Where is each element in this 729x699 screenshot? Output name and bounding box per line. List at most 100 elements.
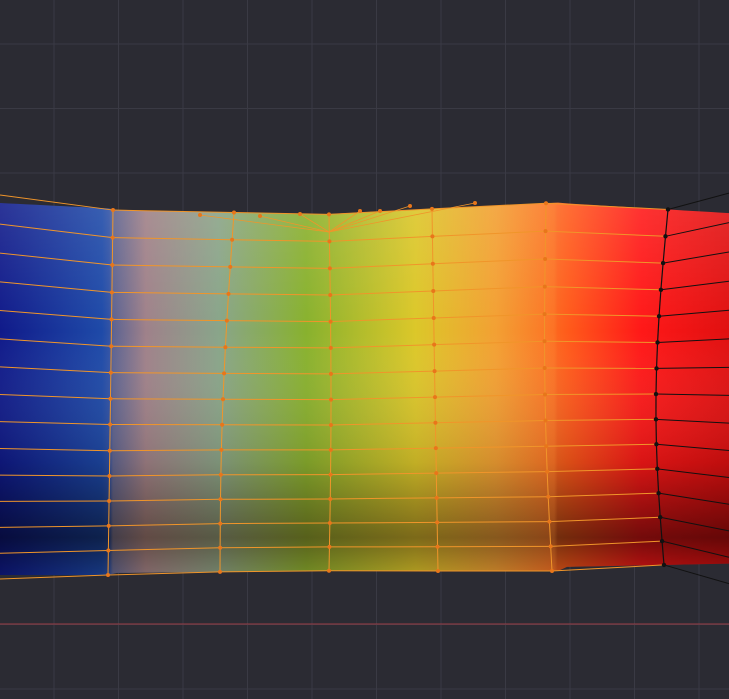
- mesh-vertex[interactable]: [109, 290, 114, 295]
- mesh-vertex[interactable]: [433, 395, 437, 400]
- mesh-vertex[interactable]: [431, 288, 436, 293]
- mesh-vertex[interactable]: [658, 287, 664, 292]
- mesh-vertex[interactable]: [544, 201, 548, 206]
- mesh-vertex[interactable]: [656, 490, 661, 496]
- mesh-vertex[interactable]: [435, 544, 440, 549]
- mesh-vertex[interactable]: [328, 319, 333, 324]
- mesh-vertex[interactable]: [106, 548, 111, 553]
- mesh-vertex[interactable]: [327, 544, 332, 549]
- mesh-vertex[interactable]: [659, 538, 665, 544]
- mesh-vertex[interactable]: [658, 515, 663, 520]
- mesh-vertex[interactable]: [473, 201, 477, 205]
- mesh-vertex[interactable]: [110, 235, 115, 240]
- mesh-vertex[interactable]: [258, 214, 262, 218]
- mesh-vertex[interactable]: [543, 392, 547, 397]
- mesh-vertex[interactable]: [108, 370, 113, 375]
- mesh-vertex[interactable]: [542, 366, 547, 371]
- mesh-vertex[interactable]: [542, 284, 547, 289]
- mesh-vertex[interactable]: [224, 318, 229, 323]
- mesh-vertex[interactable]: [107, 499, 112, 504]
- mesh-vertex[interactable]: [653, 391, 659, 397]
- mesh-vertex[interactable]: [543, 256, 548, 261]
- mesh-vertex[interactable]: [654, 442, 659, 447]
- mesh-vertex[interactable]: [228, 264, 233, 269]
- mesh-vertex[interactable]: [107, 448, 112, 453]
- mesh-vertex[interactable]: [656, 314, 662, 319]
- mesh-vertex[interactable]: [653, 417, 659, 422]
- mesh-vertex[interactable]: [218, 521, 223, 526]
- mesh-vertex[interactable]: [329, 397, 333, 402]
- mesh-vertex[interactable]: [430, 206, 434, 211]
- mesh-vertex[interactable]: [655, 340, 660, 345]
- mesh-vertex[interactable]: [107, 474, 112, 479]
- mesh-vertex[interactable]: [430, 234, 435, 239]
- mesh-vertex[interactable]: [436, 569, 440, 573]
- mesh-vertex[interactable]: [547, 519, 552, 524]
- mesh-vertex[interactable]: [327, 520, 332, 525]
- mesh-object[interactable]: [0, 192, 729, 585]
- mesh-vertex[interactable]: [432, 369, 437, 374]
- mesh-vertex[interactable]: [328, 292, 333, 297]
- mesh-vertex[interactable]: [111, 208, 115, 213]
- mesh-vertex[interactable]: [660, 260, 666, 266]
- mesh-vertex[interactable]: [230, 237, 235, 242]
- mesh-vertex[interactable]: [542, 312, 547, 317]
- mesh-vertex[interactable]: [328, 496, 333, 501]
- mesh-vertex[interactable]: [435, 520, 440, 525]
- mesh-vertex[interactable]: [543, 229, 548, 234]
- mesh-vertex[interactable]: [661, 562, 667, 568]
- 3d-viewport[interactable]: [0, 0, 729, 699]
- mesh-vertex[interactable]: [226, 291, 231, 296]
- mesh-vertex[interactable]: [106, 523, 111, 528]
- mesh-vertex[interactable]: [328, 371, 333, 376]
- mesh-vertex[interactable]: [358, 209, 362, 213]
- mesh-vertex[interactable]: [218, 472, 223, 477]
- mesh-vertex[interactable]: [408, 204, 412, 208]
- mesh-vertex[interactable]: [548, 544, 553, 549]
- mesh-vertex[interactable]: [327, 568, 331, 573]
- mesh-vertex[interactable]: [433, 446, 438, 451]
- mesh-vertex[interactable]: [110, 263, 115, 268]
- mesh-vertex[interactable]: [327, 212, 331, 217]
- mesh-vertex[interactable]: [219, 447, 224, 452]
- mesh-vertex[interactable]: [198, 213, 202, 217]
- mesh-vertex[interactable]: [378, 209, 382, 213]
- mesh-vertex[interactable]: [328, 345, 333, 350]
- mesh-vertex[interactable]: [218, 497, 223, 502]
- mesh-vertex[interactable]: [433, 420, 438, 425]
- mesh-vertex[interactable]: [328, 472, 333, 477]
- mesh-vertex[interactable]: [550, 569, 554, 573]
- mesh-vertex[interactable]: [328, 447, 333, 452]
- mesh-vertex[interactable]: [544, 444, 549, 449]
- viewport-canvas[interactable]: [0, 0, 729, 699]
- mesh-vertex[interactable]: [663, 234, 668, 239]
- mesh-vertex[interactable]: [106, 573, 110, 577]
- mesh-vertex[interactable]: [328, 422, 333, 427]
- mesh-vertex[interactable]: [545, 469, 550, 474]
- mesh-vertex[interactable]: [543, 418, 548, 423]
- mesh-vertex[interactable]: [222, 371, 227, 376]
- mesh-vertex[interactable]: [430, 261, 435, 266]
- mesh-vertex[interactable]: [218, 569, 222, 574]
- mesh-vertex[interactable]: [109, 344, 114, 349]
- mesh-vertex[interactable]: [221, 397, 225, 402]
- mesh-vertex[interactable]: [434, 495, 439, 500]
- mesh-vertex[interactable]: [665, 207, 671, 212]
- mesh-vertex[interactable]: [108, 396, 113, 401]
- mesh-vertex[interactable]: [220, 422, 225, 427]
- mesh-vertex[interactable]: [108, 422, 113, 427]
- mesh-vertex[interactable]: [542, 339, 547, 344]
- mesh-vertex[interactable]: [432, 342, 437, 347]
- mesh-vertex[interactable]: [232, 210, 236, 215]
- mesh-vertex[interactable]: [431, 315, 436, 320]
- mesh-vertex[interactable]: [109, 317, 114, 322]
- mesh-vertex[interactable]: [434, 471, 439, 476]
- mesh-vertex[interactable]: [655, 466, 660, 472]
- mesh-vertex[interactable]: [298, 212, 302, 216]
- mesh-vertex[interactable]: [654, 366, 659, 371]
- mesh-vertex[interactable]: [546, 494, 551, 499]
- mesh-vertex[interactable]: [327, 239, 332, 244]
- mesh-vertex[interactable]: [218, 545, 223, 550]
- mesh-vertex[interactable]: [223, 345, 228, 350]
- mesh-vertex[interactable]: [327, 266, 332, 271]
